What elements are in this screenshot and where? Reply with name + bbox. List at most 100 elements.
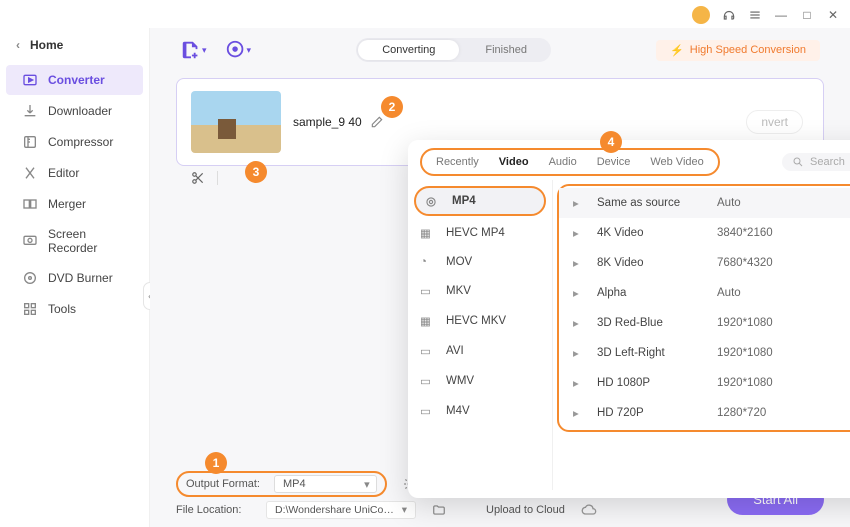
status-segments: Converting Finished <box>356 38 551 62</box>
open-folder-icon[interactable] <box>432 503 446 517</box>
format-dropdown: Recently Video Audio Device Web Video Se… <box>408 140 850 498</box>
output-format-select[interactable]: MP4 ▾ <box>274 475 377 493</box>
editor-icon <box>22 165 38 181</box>
sidebar-label: Tools <box>48 302 76 316</box>
format-avi[interactable]: ▭AVI <box>408 336 552 366</box>
sidebar-item-compressor[interactable]: Compressor <box>6 127 143 157</box>
sidebar-label: Merger <box>48 197 86 211</box>
download-icon <box>22 103 38 119</box>
video-icon: ▸ <box>573 256 587 270</box>
hevc-icon: ▦ <box>420 226 436 240</box>
segment-finished[interactable]: Finished <box>461 38 551 62</box>
sidebar-item-screen-recorder[interactable]: Screen Recorder <box>6 220 143 262</box>
format-m4v[interactable]: ▭M4V <box>408 396 552 426</box>
format-mp4[interactable]: ◎MP4 <box>414 186 546 216</box>
titlebar: — □ ✕ <box>0 0 850 30</box>
scissors-icon[interactable] <box>191 171 205 185</box>
caret-down-icon: ▾ <box>402 504 407 516</box>
sidebar-item-downloader[interactable]: Downloader <box>6 96 143 126</box>
sidebar-item-tools[interactable]: Tools <box>6 294 143 324</box>
tab-device[interactable]: Device <box>587 152 641 172</box>
resolution-1080p[interactable]: ▸HD 1080P1920*1080✎ <box>559 368 850 398</box>
video-icon: ▸ <box>573 226 587 240</box>
annotation-badge-1: 1 <box>205 452 227 474</box>
tab-video[interactable]: Video <box>489 152 539 172</box>
add-dvd-icon[interactable]: ▾ <box>225 39 252 61</box>
bolt-icon: ⚡ <box>670 44 684 57</box>
format-mov[interactable]: ◔MOV <box>408 248 552 276</box>
file-name: sample_9 40 <box>293 115 362 129</box>
maximize-button[interactable]: □ <box>800 8 814 22</box>
resolution-same-as-source[interactable]: ▸Same as sourceAuto✎ <box>559 188 850 218</box>
resolution-alpha[interactable]: ▸AlphaAuto✎ <box>559 278 850 308</box>
sidebar-item-converter[interactable]: Converter <box>6 65 143 95</box>
format-list: ◎MP4 ▦HEVC MP4 ◔MOV ▭MKV ▦HEVC MKV ▭AVI … <box>408 180 553 490</box>
high-speed-badge[interactable]: ⚡ High Speed Conversion <box>656 40 820 61</box>
sidebar-label: Downloader <box>48 104 112 118</box>
sidebar-item-editor[interactable]: Editor <box>6 158 143 188</box>
sidebar-item-dvd-burner[interactable]: DVD Burner <box>6 263 143 293</box>
toolbar: ▾ ▾ Converting Finished ⚡ High Speed Con… <box>150 28 850 72</box>
main-area: ▾ ▾ Converting Finished ⚡ High Speed Con… <box>150 28 850 527</box>
video-icon: ▸ <box>573 346 587 360</box>
minimize-button[interactable]: — <box>774 8 788 22</box>
sidebar-label: Compressor <box>48 135 113 149</box>
video-icon: ▸ <box>573 196 587 210</box>
file-location-label: File Location: <box>176 504 256 516</box>
menu-icon[interactable] <box>748 8 762 22</box>
resolution-list: ▸Same as sourceAuto✎ ▸4K Video3840*2160✎… <box>553 180 850 490</box>
user-avatar[interactable] <box>692 6 710 24</box>
video-icon: ▸ <box>573 406 587 420</box>
film-icon: ▭ <box>420 374 436 388</box>
disc-icon: ◎ <box>426 194 442 208</box>
merger-icon <box>22 196 38 212</box>
cloud-icon[interactable] <box>581 502 597 518</box>
high-speed-label: High Speed Conversion <box>690 44 806 56</box>
resolution-720p[interactable]: ▸HD 720P1280*720✎ <box>559 398 850 428</box>
segment-converting[interactable]: Converting <box>358 40 459 60</box>
sidebar-item-merger[interactable]: Merger <box>6 189 143 219</box>
home-nav[interactable]: ‹ Home <box>0 32 149 58</box>
add-file-icon[interactable]: ▾ <box>180 39 207 61</box>
resolution-4k[interactable]: ▸4K Video3840*2160✎ <box>559 218 850 248</box>
upload-cloud-label: Upload to Cloud <box>486 504 565 516</box>
recorder-icon <box>22 233 38 249</box>
format-wmv[interactable]: ▭WMV <box>408 366 552 396</box>
film-icon: ▭ <box>420 404 436 418</box>
convert-button[interactable]: nvert <box>746 110 803 134</box>
tab-web-video[interactable]: Web Video <box>640 152 713 172</box>
compress-icon <box>22 134 38 150</box>
output-format-label: Output Format: <box>186 478 266 490</box>
format-hevc-mp4[interactable]: ▦HEVC MP4 <box>408 218 552 248</box>
annotation-badge-4: 4 <box>600 131 622 153</box>
video-icon: ▸ <box>573 376 587 390</box>
sidebar: ‹ Home Converter Downloader Compressor E… <box>0 28 150 527</box>
resolution-3d-red-blue[interactable]: ▸3D Red-Blue1920*1080✎ <box>559 308 850 338</box>
format-search[interactable]: Search <box>782 153 850 171</box>
support-icon[interactable] <box>722 8 736 22</box>
resolution-8k[interactable]: ▸8K Video7680*4320✎ <box>559 248 850 278</box>
rename-icon[interactable] <box>370 115 384 129</box>
film-icon: ▭ <box>420 344 436 358</box>
thumb-tools <box>191 171 218 185</box>
file-location-select[interactable]: D:\Wondershare UniConverter 1 ▾ <box>266 501 416 519</box>
tab-audio[interactable]: Audio <box>539 152 587 172</box>
sidebar-label: Editor <box>48 166 79 180</box>
resolution-3d-left-right[interactable]: ▸3D Left-Right1920*1080✎ <box>559 338 850 368</box>
home-label: Home <box>30 38 63 52</box>
search-placeholder: Search <box>810 156 845 168</box>
format-mkv[interactable]: ▭MKV <box>408 276 552 306</box>
annotation-badge-2: 2 <box>381 96 403 118</box>
format-hevc-mkv[interactable]: ▦HEVC MKV <box>408 306 552 336</box>
video-thumbnail[interactable] <box>191 91 281 153</box>
quicktime-icon: ◔ <box>420 256 436 268</box>
mkv-icon: ▭ <box>420 284 436 298</box>
sidebar-label: Converter <box>48 73 105 87</box>
format-tabs: Recently Video Audio Device Web Video <box>420 148 720 176</box>
close-button[interactable]: ✕ <box>826 8 840 22</box>
back-icon: ‹ <box>16 38 20 52</box>
video-icon: ▸ <box>573 286 587 300</box>
video-icon: ▸ <box>573 316 587 330</box>
tab-recently[interactable]: Recently <box>426 152 489 172</box>
caret-down-icon: ▾ <box>364 478 370 491</box>
